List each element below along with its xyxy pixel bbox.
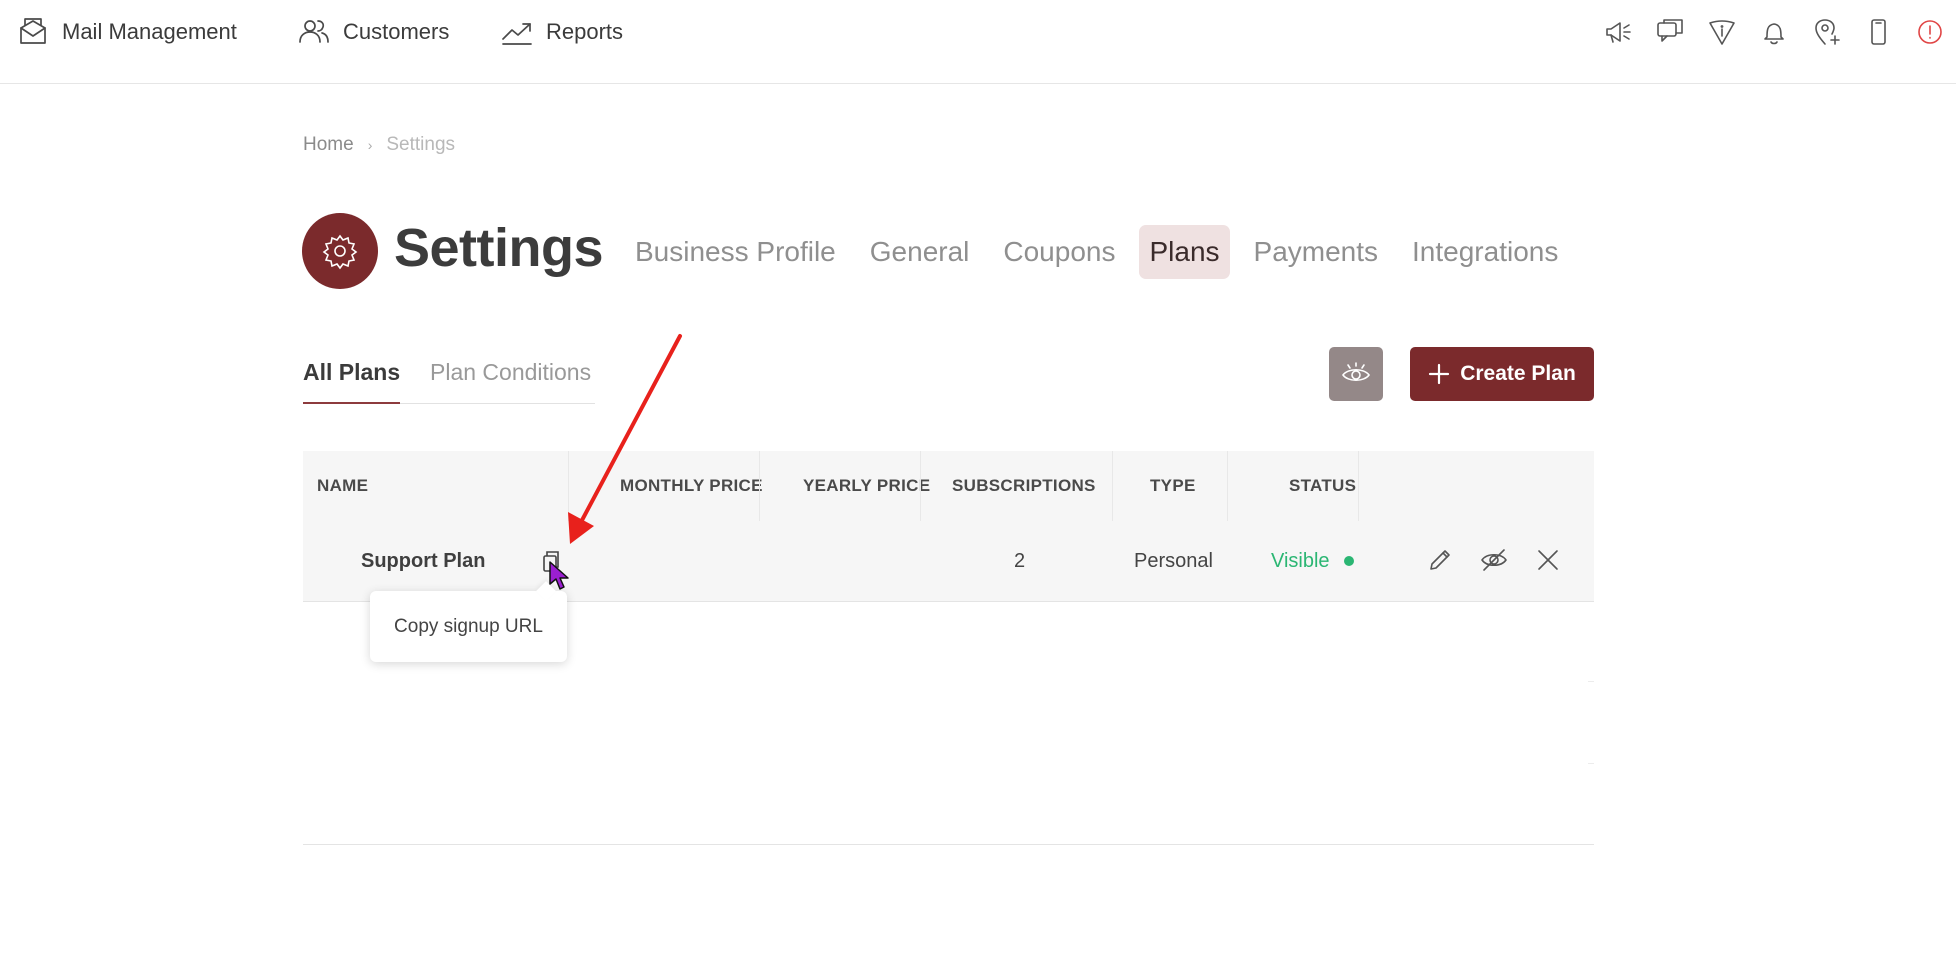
nav-customers-label: Customers: [343, 19, 450, 44]
gear-icon: [322, 234, 358, 270]
nav-reports-label: Reports: [546, 19, 624, 44]
location-add-icon[interactable]: [1810, 14, 1842, 50]
trend-chart-icon: [502, 23, 532, 45]
breadcrumb-current: Settings: [386, 134, 456, 155]
column-header-type[interactable]: TYPE: [1150, 451, 1196, 521]
nav-customers[interactable]: Customers: [297, 14, 449, 50]
chevron-right-icon: ›: [367, 137, 373, 153]
bell-icon[interactable]: [1758, 14, 1790, 50]
column-header-name[interactable]: NAME: [317, 451, 368, 521]
eye-icon: [1342, 362, 1370, 382]
nav-mail-management[interactable]: Mail Management: [16, 14, 237, 50]
table-bottom-border: [303, 844, 1594, 845]
sub-tab-plan-conditions[interactable]: Plan Conditions: [430, 354, 591, 390]
column-header-status[interactable]: STATUS: [1289, 451, 1356, 521]
row-divider: [1588, 763, 1594, 764]
alert-icon[interactable]: [1914, 14, 1946, 50]
nav-reports[interactable]: Reports: [500, 14, 623, 50]
plan-status: Visible: [1271, 521, 1354, 601]
column-header-monthly-price[interactable]: MONTHLY PRICE: [620, 451, 763, 521]
hide-eye-icon[interactable]: [1477, 543, 1511, 577]
row-actions: [1423, 543, 1565, 577]
megaphone-icon[interactable]: [1602, 14, 1634, 50]
table-row: Support Plan 2 Personal Visible: [303, 521, 1594, 602]
mobile-icon[interactable]: [1862, 14, 1894, 50]
top-right-icons: [1602, 14, 1946, 50]
create-plan-button[interactable]: Create Plan: [1410, 347, 1594, 401]
plus-icon: [1429, 363, 1450, 385]
tab-plans[interactable]: Plans: [1139, 225, 1230, 279]
plan-name[interactable]: Support Plan: [361, 521, 485, 601]
top-navigation: Mail Management Customers Reports: [0, 0, 1956, 84]
breadcrumb-home[interactable]: Home: [303, 134, 354, 156]
tab-payments[interactable]: Payments: [1244, 225, 1389, 279]
row-divider: [1588, 681, 1594, 682]
create-plan-label: Create Plan: [1460, 362, 1576, 385]
status-badge: Visible: [1271, 549, 1330, 572]
edit-pencil-icon[interactable]: [1423, 543, 1457, 577]
delete-x-icon[interactable]: [1531, 543, 1565, 577]
tooltip-text: Copy signup URL: [394, 615, 543, 637]
mail-stack-icon: [20, 18, 46, 44]
plan-type: Personal: [1134, 549, 1213, 572]
breadcrumb: Home › Settings: [303, 134, 455, 156]
chat-icon[interactable]: [1654, 14, 1686, 50]
sub-tab-all-plans[interactable]: All Plans: [303, 354, 401, 404]
nav-mail-management-label: Mail Management: [62, 19, 237, 44]
column-header-subscriptions[interactable]: SUBSCRIPTIONS: [952, 451, 1096, 521]
tab-business-profile[interactable]: Business Profile: [625, 225, 846, 279]
copy-signup-url-tooltip: Copy signup URL: [370, 591, 567, 662]
preview-button[interactable]: [1329, 347, 1383, 401]
settings-tabs: Business Profile General Coupons Plans P…: [625, 225, 1568, 279]
plans-table-header: NAME MONTHLY PRICE YEARLY PRICE SUBSCRIP…: [303, 451, 1594, 521]
users-icon: [299, 20, 329, 43]
tab-general[interactable]: General: [860, 225, 980, 279]
status-dot: [1343, 556, 1354, 566]
settings-badge: [302, 213, 378, 289]
tab-coupons[interactable]: Coupons: [993, 225, 1125, 279]
tab-integrations[interactable]: Integrations: [1402, 225, 1568, 279]
page-title: Settings: [394, 218, 604, 278]
plan-subscriptions: 2: [1014, 549, 1026, 572]
plan-sub-tabs: All Plans Plan Conditions: [303, 354, 595, 404]
column-header-yearly-price[interactable]: YEARLY PRICE: [803, 451, 930, 521]
mouse-cursor-icon: [549, 561, 569, 590]
guide-icon[interactable]: [1706, 14, 1738, 50]
